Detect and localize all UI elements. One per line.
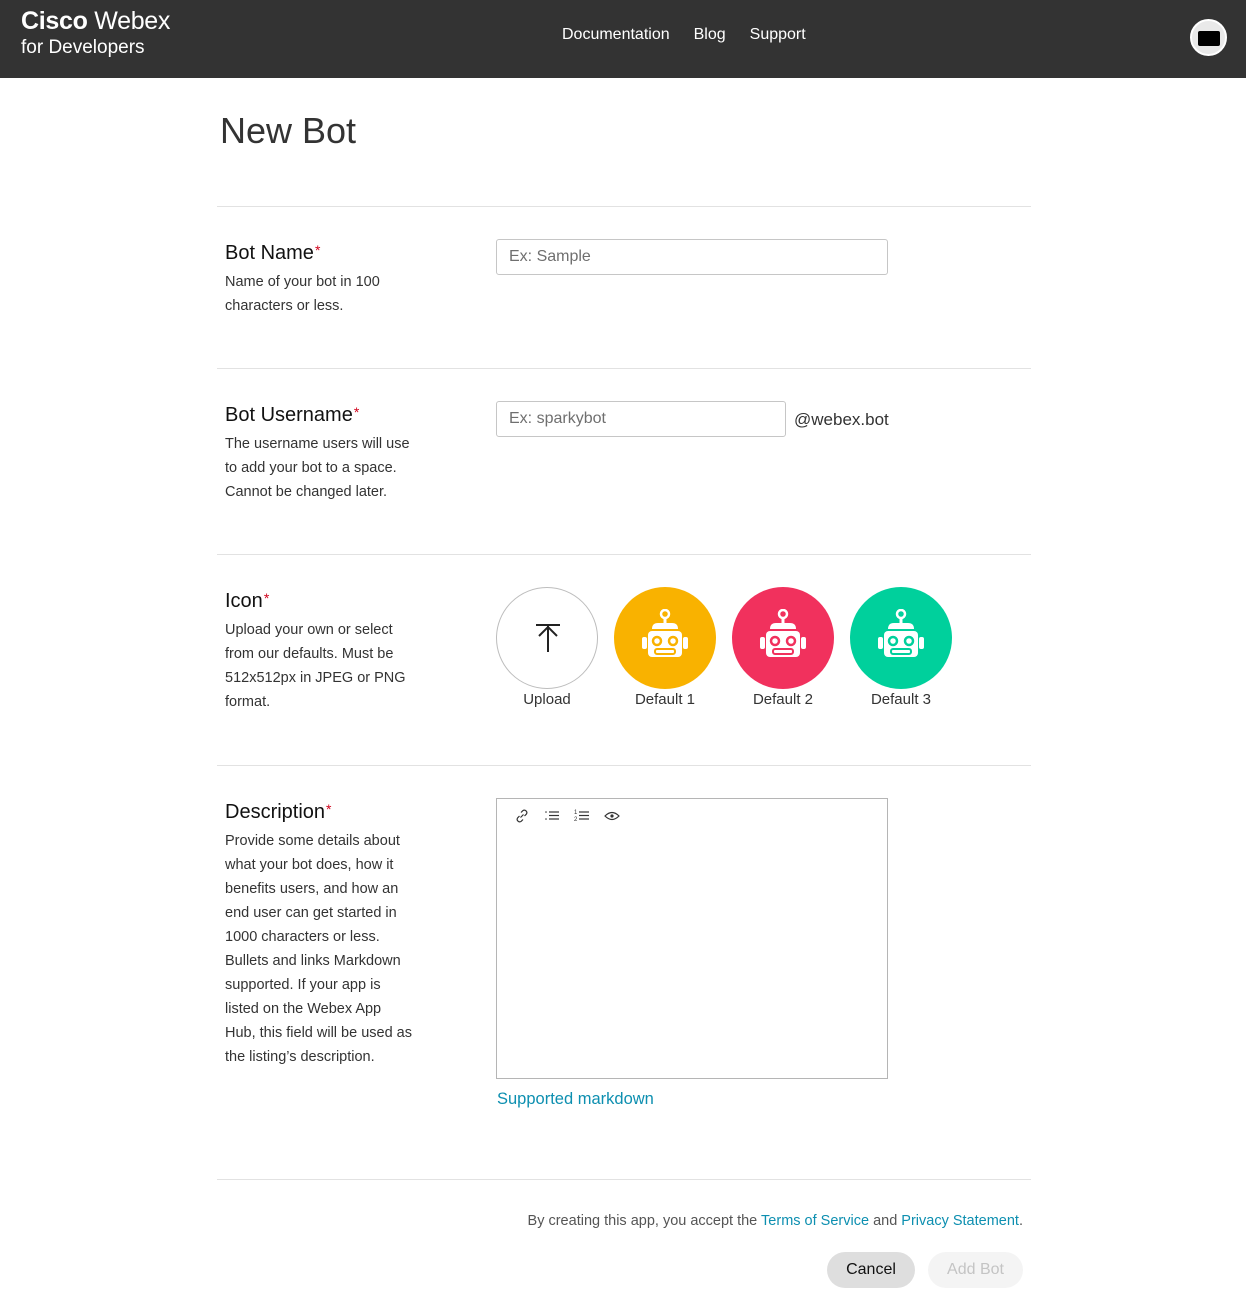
legal-notice: By creating this app, you accept the Ter… (528, 1213, 1023, 1229)
cancel-button[interactable]: Cancel (827, 1252, 915, 1288)
nav-blog[interactable]: Blog (694, 26, 726, 44)
editor-toolbar: 1 2 (513, 807, 621, 825)
icon-help: Upload your own or select from our defau… (225, 622, 406, 710)
default-3-circle[interactable] (850, 587, 952, 689)
section-divider (217, 1179, 1031, 1180)
description-label-text: Description (225, 801, 326, 823)
bot-username-input[interactable] (496, 401, 786, 437)
icon-option-default-2[interactable]: Default 2 (732, 587, 834, 708)
icon-option-default-1[interactable]: Default 1 (614, 587, 716, 708)
section-divider (217, 765, 1031, 766)
robot-icon (760, 609, 806, 657)
avatar-image (1198, 31, 1220, 46)
bot-username-label-text: Bot Username (225, 404, 353, 426)
description-label: Description* (225, 801, 332, 824)
legal-suffix: . (1018, 1213, 1023, 1229)
brand-subtitle: for Developers (21, 37, 145, 58)
required-marker: * (263, 590, 270, 606)
icon-option-label: Default 3 (870, 691, 932, 708)
default-2-circle[interactable] (732, 587, 834, 689)
icon-label-text: Icon (225, 590, 263, 612)
preview-eye-icon[interactable] (603, 807, 621, 825)
upload-icon-circle[interactable] (496, 587, 598, 689)
bulleted-list-icon[interactable] (543, 807, 561, 825)
page-title: New Bot (220, 110, 357, 151)
nav-support[interactable]: Support (750, 26, 806, 44)
default-1-circle[interactable] (614, 587, 716, 689)
bot-username-help: The username users will use to add your … (225, 436, 410, 500)
description-textarea[interactable] (497, 833, 887, 1078)
numbered-list-icon[interactable]: 1 2 (573, 807, 591, 825)
bot-name-input[interactable] (496, 239, 888, 275)
top-navigation-bar: Cisco Webex for Developers Documentation… (0, 0, 1246, 78)
add-bot-button[interactable]: Add Bot (928, 1252, 1023, 1288)
user-avatar-icon[interactable] (1190, 19, 1227, 56)
terms-of-service-link[interactable]: Terms of Service (761, 1213, 869, 1229)
description-help: Provide some details about what your bot… (225, 833, 412, 1065)
privacy-statement-link[interactable]: Privacy Statement (901, 1213, 1019, 1229)
bot-name-label: Bot Name* (225, 242, 320, 265)
icon-label: Icon* (225, 590, 269, 613)
section-divider (217, 554, 1031, 555)
supported-markdown-link[interactable]: Supported markdown (497, 1090, 654, 1109)
legal-and: and (873, 1213, 898, 1229)
legal-prefix: By creating this app, you accept the (527, 1213, 758, 1229)
description-editor: 1 2 (496, 798, 888, 1079)
icon-option-default-3[interactable]: Default 3 (850, 587, 952, 708)
required-marker: * (326, 801, 332, 817)
bot-username-label: Bot Username* (225, 404, 359, 427)
icon-option-label: Default 2 (752, 691, 814, 708)
brand-name-light: Webex (94, 7, 171, 35)
icon-option-label: Default 1 (634, 691, 696, 708)
bot-name-label-text: Bot Name (225, 242, 314, 264)
bot-name-help: Name of your bot in 100 characters or le… (225, 274, 380, 314)
brand-logo[interactable]: Cisco Webex for Developers (21, 7, 171, 58)
required-marker: * (353, 404, 360, 420)
svg-text:2: 2 (574, 817, 578, 823)
upload-arrow-icon (536, 624, 560, 652)
robot-icon (878, 609, 924, 657)
section-divider (217, 206, 1031, 207)
icon-option-label: Upload (523, 691, 571, 708)
robot-icon (642, 609, 688, 657)
link-icon[interactable] (513, 807, 531, 825)
brand-name-bold: Cisco (21, 7, 88, 35)
section-divider (217, 368, 1031, 369)
username-domain-suffix: @webex.bot (794, 410, 889, 429)
main-nav: Documentation Blog Support (562, 26, 830, 44)
nav-documentation[interactable]: Documentation (562, 26, 670, 44)
icon-option-upload[interactable]: Upload (496, 587, 598, 708)
required-marker: * (314, 242, 321, 258)
svg-text:1: 1 (574, 810, 578, 816)
